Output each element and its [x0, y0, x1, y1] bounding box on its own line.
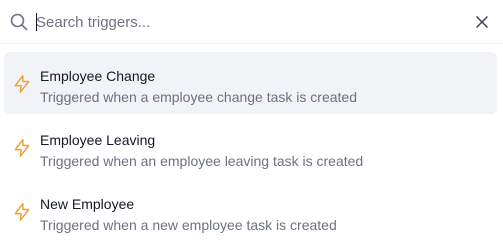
- lightning-bolt-icon: [12, 202, 32, 222]
- search-bar: [0, 0, 503, 44]
- trigger-item-employee-leaving[interactable]: Employee Leaving Triggered when an emplo…: [4, 116, 497, 178]
- search-input[interactable]: [36, 10, 456, 34]
- text-cursor: [36, 13, 37, 31]
- trigger-title: Employee Change: [40, 68, 156, 84]
- close-icon: [476, 16, 488, 28]
- trigger-title: Employee Leaving: [40, 132, 156, 148]
- trigger-description: Triggered when an employee leaving task …: [40, 153, 364, 169]
- lightning-bolt-icon: [12, 74, 32, 94]
- trigger-item-employee-change[interactable]: Employee Change Triggered when a employe…: [4, 52, 497, 114]
- lightning-bolt-icon: [12, 138, 32, 158]
- close-button[interactable]: [472, 12, 492, 32]
- trigger-title: New Employee: [40, 196, 135, 212]
- trigger-description: Triggered when a employee change task is…: [40, 89, 357, 105]
- trigger-description: Triggered when a new employee task is cr…: [40, 217, 337, 233]
- search-icon: [10, 13, 28, 31]
- trigger-item-new-employee[interactable]: New Employee Triggered when a new employ…: [4, 180, 497, 242]
